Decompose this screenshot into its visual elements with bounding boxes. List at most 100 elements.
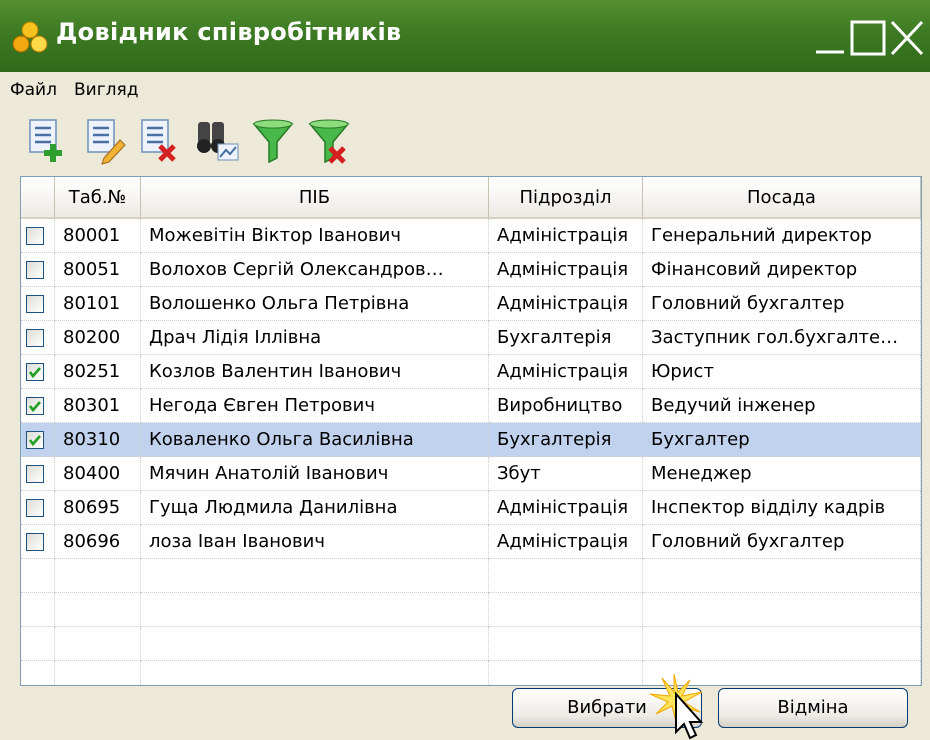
checkbox[interactable] — [26, 295, 44, 313]
table-row[interactable]: 80200 Драч Лідія Іллівна Бухгалтерія Заступ… — [21, 321, 921, 355]
cell-checkbox — [21, 525, 55, 559]
empty-cell — [55, 559, 141, 593]
table-row[interactable]: 80301 Негода Євген Петрович Виробництво Вед… — [21, 389, 921, 423]
cell-full-name: Драч Лідія Іллівна — [141, 321, 489, 355]
cell-tab-number: 80310 — [55, 423, 141, 457]
clear-filter-icon — [308, 119, 350, 164]
header-position[interactable]: Посада — [643, 177, 921, 219]
checkbox[interactable] — [26, 499, 44, 517]
cell-department: Адміністрація — [489, 491, 643, 525]
cell-position: Головний бухгалтер — [643, 287, 921, 321]
cell-full-name: Негода Євген Петрович — [141, 389, 489, 423]
cell-position: Бухгалтер — [643, 423, 921, 457]
table-row[interactable]: 80051 Волохов Сергій Олександров… Адмініст… — [21, 253, 921, 287]
cell-department: Виробництво — [489, 389, 643, 423]
cell-full-name: лоза Іван Іванович — [141, 525, 489, 559]
cell-checkbox — [21, 389, 55, 423]
cell-checkbox — [21, 253, 55, 287]
edit-button[interactable] — [80, 110, 130, 168]
cell-position: Менеджер — [643, 457, 921, 491]
cell-checkbox — [21, 355, 55, 389]
table-row[interactable]: 80251 Козлов Валентин Іванович Адміністрац… — [21, 355, 921, 389]
empty-cell — [141, 661, 489, 685]
clear-filter-button[interactable] — [304, 110, 354, 168]
empty-cell — [643, 559, 921, 593]
find-button[interactable] — [192, 110, 242, 168]
empty-cell — [55, 661, 141, 685]
app-icon — [12, 21, 48, 53]
empty-cell — [489, 627, 643, 661]
minimize-button[interactable] — [810, 18, 850, 58]
table-row[interactable]: 80695 Гуща Людмила Данилівна Адміністрація… — [21, 491, 921, 525]
title-bar[interactable]: Довідник співробітників — [0, 0, 930, 72]
cell-department: Адміністрація — [489, 525, 643, 559]
cell-position: Ведучий інженер — [643, 389, 921, 423]
cell-tab-number: 80301 — [55, 389, 141, 423]
checkmark-icon — [28, 367, 41, 379]
checkbox[interactable] — [26, 329, 44, 347]
close-button[interactable] — [886, 18, 926, 58]
empty-cell — [489, 661, 643, 685]
cell-position: Генеральний директор — [643, 219, 921, 253]
cell-position: Заступник гол.бухгалте… — [643, 321, 921, 355]
cell-position: Головний бухгалтер — [643, 525, 921, 559]
checkbox-checked[interactable] — [26, 431, 44, 449]
empty-cell — [21, 627, 55, 661]
filter-button[interactable] — [248, 110, 298, 168]
empty-table-row — [21, 661, 921, 685]
cell-full-name: Гуща Людмила Данилівна — [141, 491, 489, 525]
checkbox-checked[interactable] — [26, 363, 44, 381]
close-icon — [890, 20, 924, 56]
empty-cell — [55, 627, 141, 661]
empty-cell — [643, 627, 921, 661]
cell-checkbox — [21, 219, 55, 253]
checkbox[interactable] — [26, 465, 44, 483]
cell-department: Адміністрація — [489, 355, 643, 389]
cancel-button[interactable]: Відміна — [718, 688, 908, 728]
cell-checkbox — [21, 321, 55, 355]
cell-department: Бухгалтерія — [489, 321, 643, 355]
employees-directory-window: Довідник співробітників Файл Вигляд Таб.… — [0, 0, 930, 740]
cell-checkbox — [21, 457, 55, 491]
header-checkbox-column[interactable] — [21, 177, 55, 219]
cell-full-name: Козлов Валентин Іванович — [141, 355, 489, 389]
table-row[interactable]: 80310 Коваленко Ольга Василівна Бухгалтері… — [21, 423, 921, 457]
cell-checkbox — [21, 423, 55, 457]
find-icon — [197, 122, 239, 161]
menu-view[interactable]: Вигляд — [74, 80, 139, 100]
cell-tab-number: 80001 — [55, 219, 141, 253]
empty-cell — [489, 593, 643, 627]
cell-department: Бухгалтерія — [489, 423, 643, 457]
header-department[interactable]: Підрозділ — [489, 177, 643, 219]
table-row[interactable]: 80001 Можевітін Віктор Іванович Адміністра… — [21, 219, 921, 253]
cell-position: Юрист — [643, 355, 921, 389]
header-tab-number[interactable]: Таб.№ — [55, 177, 141, 219]
cell-full-name: Можевітін Віктор Іванович — [141, 219, 489, 253]
empty-cell — [643, 593, 921, 627]
table-row[interactable]: 80101 Волошенко Ольга Петрівна Адміністрац… — [21, 287, 921, 321]
table-row[interactable]: 80400 Мячин Анатолій Іванович Збут Менеджер — [21, 457, 921, 491]
empty-cell — [21, 661, 55, 685]
add-record-icon — [29, 119, 62, 162]
empty-cell — [21, 559, 55, 593]
menu-file[interactable]: Файл — [10, 80, 57, 100]
minimize-icon — [816, 50, 844, 54]
cell-department: Адміністрація — [489, 287, 643, 321]
header-full-name[interactable]: ПІБ — [141, 177, 489, 219]
cell-checkbox — [21, 287, 55, 321]
checkbox[interactable] — [26, 227, 44, 245]
empty-cell — [141, 593, 489, 627]
maximize-icon — [850, 20, 886, 56]
cell-full-name: Волохов Сергій Олександров… — [141, 253, 489, 287]
delete-button[interactable] — [136, 110, 186, 168]
checkbox[interactable] — [26, 261, 44, 279]
cell-checkbox — [21, 491, 55, 525]
add-button[interactable] — [24, 110, 74, 168]
table-row[interactable]: 80696 лоза Іван Іванович Адміністрація Голо… — [21, 525, 921, 559]
maximize-button[interactable] — [848, 18, 888, 58]
employees-table[interactable]: Таб.№ ПІБ Підрозділ Посада 80001 Можевіті… — [20, 176, 922, 686]
checkbox-checked[interactable] — [26, 397, 44, 415]
checkbox[interactable] — [26, 533, 44, 551]
checkmark-icon — [28, 401, 41, 413]
cell-tab-number: 80695 — [55, 491, 141, 525]
